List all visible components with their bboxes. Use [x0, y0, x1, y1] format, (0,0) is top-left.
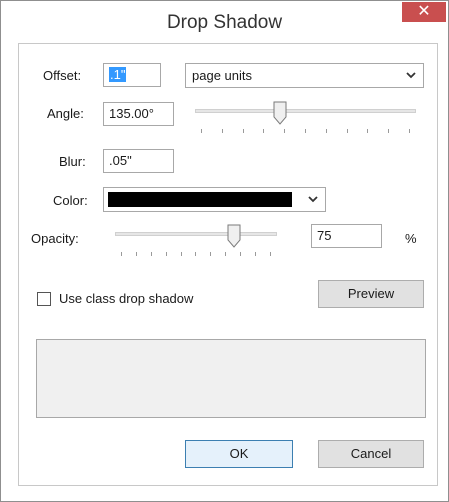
opacity-label: Opacity:	[31, 231, 79, 246]
dialog-title: Drop Shadow	[166, 12, 283, 33]
slider-tick	[284, 129, 286, 133]
slider-tick	[121, 252, 122, 256]
slider-tick	[269, 252, 271, 256]
offset-value: .1"	[109, 67, 127, 82]
color-label: Color:	[53, 193, 88, 208]
chevron-down-icon	[406, 72, 416, 79]
slider-tick	[135, 252, 137, 256]
offset-label: Offset:	[43, 68, 82, 83]
slider-tick	[210, 252, 212, 256]
color-swatch	[108, 192, 292, 207]
use-class-shadow-checkbox[interactable]	[37, 292, 51, 306]
offset-units-value: page units	[192, 68, 252, 83]
close-icon: ✕	[417, 3, 431, 20]
angle-value: 135.00°	[109, 106, 154, 121]
slider-tick	[242, 129, 244, 133]
close-button[interactable]: ✕	[402, 2, 446, 22]
slider-tick	[180, 252, 182, 256]
cancel-button[interactable]: Cancel	[318, 440, 424, 468]
opacity-slider-track	[115, 232, 277, 236]
ok-button[interactable]: OK	[185, 440, 293, 468]
blur-label: Blur:	[59, 154, 86, 169]
slider-tick	[195, 252, 197, 256]
slider-thumb-icon[interactable]	[227, 224, 241, 248]
opacity-input[interactable]: 75	[311, 224, 382, 248]
offset-input[interactable]: .1"	[103, 63, 161, 87]
opacity-unit: %	[405, 231, 417, 246]
angle-label: Angle:	[47, 106, 84, 121]
drop-shadow-dialog: Drop Shadow ✕ Offset: .1" page units Ang…	[0, 0, 449, 502]
slider-tick	[304, 129, 306, 133]
slider-tick	[263, 129, 265, 133]
color-picker[interactable]	[103, 187, 326, 212]
slider-tick	[388, 129, 390, 133]
use-class-shadow-label[interactable]: Use class drop shadow	[59, 291, 193, 306]
slider-tick	[201, 129, 202, 133]
angle-slider-track	[195, 109, 416, 113]
slider-tick	[346, 129, 348, 133]
slider-tick	[408, 129, 410, 133]
blur-input[interactable]: .05"	[103, 149, 174, 173]
opacity-slider[interactable]	[115, 224, 277, 260]
slider-tick	[221, 129, 223, 133]
preview-area	[36, 339, 426, 418]
slider-tick	[255, 252, 257, 256]
blur-value: .05"	[109, 153, 132, 168]
angle-slider[interactable]	[195, 101, 416, 137]
slider-thumb-icon[interactable]	[273, 101, 287, 125]
slider-tick	[225, 252, 227, 256]
chevron-down-icon	[308, 196, 318, 203]
slider-tick	[150, 252, 152, 256]
dialog-body: Offset: .1" page units Angle: 135.00° Bl…	[18, 43, 438, 486]
slider-tick	[367, 129, 369, 133]
angle-input[interactable]: 135.00°	[103, 102, 174, 126]
preview-button[interactable]: Preview	[318, 280, 424, 308]
opacity-slider-ticks	[121, 252, 271, 257]
slider-tick	[165, 252, 167, 256]
slider-tick	[325, 129, 327, 133]
angle-slider-ticks	[201, 129, 410, 134]
slider-tick	[240, 252, 242, 256]
opacity-value: 75	[317, 228, 332, 243]
offset-units-select[interactable]: page units	[185, 63, 424, 88]
title-bar: Drop Shadow ✕	[1, 1, 448, 41]
